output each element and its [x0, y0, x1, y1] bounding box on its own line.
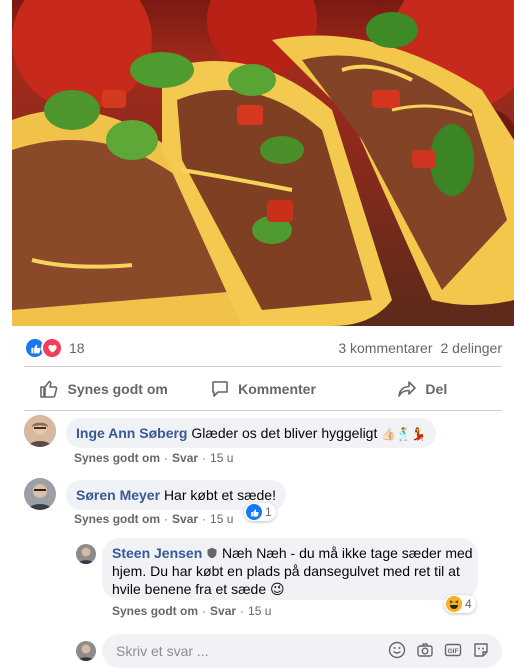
comment-text: Har købt et sæde!	[163, 487, 276, 503]
reply-reaction-badge[interactable]: 4	[444, 595, 476, 613]
reply-reply-link[interactable]: Svar	[210, 604, 236, 618]
reply-meta: Synes godt om · Svar · 15 u	[112, 604, 272, 618]
comment-time[interactable]: 15 u	[210, 451, 233, 465]
divider	[24, 366, 502, 367]
avatar[interactable]	[76, 641, 96, 661]
avatar[interactable]	[24, 415, 56, 447]
sticker-icon[interactable]	[472, 641, 490, 659]
comment-emojis: 👍🏻🕺💃	[381, 427, 427, 441]
share-icon	[398, 381, 417, 397]
reply-like-link[interactable]: Synes godt om	[112, 604, 198, 618]
avatar[interactable]	[76, 544, 96, 564]
like-reaction-icon	[246, 504, 262, 520]
reply-text-line1: Næh Næh - du må ikke tage sæder med	[222, 545, 473, 561]
divider	[24, 410, 502, 411]
reply-input[interactable]	[114, 642, 378, 660]
svg-text:GIF: GIF	[448, 648, 459, 655]
like-button[interactable]: Synes godt om	[24, 372, 183, 406]
comment-button[interactable]: Kommenter	[183, 372, 342, 406]
shares-count[interactable]: 2 delinger	[441, 340, 503, 356]
emoji-icon[interactable]	[388, 641, 406, 659]
thumbs-up-icon	[40, 380, 58, 398]
comment-like-link[interactable]: Synes godt om	[74, 451, 160, 465]
reaction-count-group[interactable]: 18	[24, 337, 85, 359]
reply-text-line2: hjem. Du har købt en plads på dansegulve…	[112, 563, 460, 579]
taco-illustration	[12, 0, 514, 326]
reply-text-line3: hvile benene fra et sæde	[112, 581, 267, 597]
reply-reaction-count: 4	[465, 597, 472, 611]
share-button-label: Del	[425, 381, 448, 397]
comment-icon	[212, 381, 228, 397]
comment-meta: Synes godt om · Svar · 15 u	[74, 512, 234, 526]
reaction-count: 18	[69, 340, 85, 356]
reactions-summary: 18 3 kommentarer 2 delinger	[24, 337, 503, 359]
reply-bubble: Steen Jensen Næh Næh - du må ikke tage s…	[102, 538, 478, 600]
gif-icon[interactable]: GIF	[444, 641, 462, 659]
reply-author[interactable]: Steen Jensen	[112, 545, 202, 561]
shield-icon	[207, 547, 217, 559]
comments-count[interactable]: 3 kommentarer	[338, 340, 432, 356]
camera-icon[interactable]	[416, 641, 434, 659]
comment-time[interactable]: 15 u	[210, 512, 233, 526]
post-image[interactable]	[12, 0, 514, 326]
comment-bubble: Inge Ann Søberg Glæder os det bliver hyg…	[66, 418, 437, 448]
comment-button-label: Kommenter	[238, 381, 316, 397]
love-reaction-icon	[41, 337, 63, 359]
comment-like-link[interactable]: Synes godt om	[74, 512, 160, 526]
like-button-label: Synes godt om	[67, 381, 168, 397]
haha-reaction-icon	[446, 596, 462, 612]
comment-reply-link[interactable]: Svar	[172, 451, 198, 465]
reply-time[interactable]: 15 u	[248, 604, 271, 618]
comment-author[interactable]: Inge Ann Søberg	[76, 425, 187, 441]
wink-emoji: 😉	[270, 581, 285, 597]
post-actions: Synes godt om Kommenter Del	[24, 372, 502, 406]
comment-meta: Synes godt om · Svar · 15 u	[74, 451, 234, 465]
share-button[interactable]: Del	[343, 372, 502, 406]
comment-text: Glæder os det bliver hyggeligt	[191, 425, 378, 441]
comment-reply-link[interactable]: Svar	[172, 512, 198, 526]
comment-reaction-count: 1	[265, 505, 272, 519]
comment-reaction-badge[interactable]: 1	[244, 503, 276, 521]
avatar[interactable]	[24, 478, 56, 510]
comment-author[interactable]: Søren Meyer	[76, 487, 160, 503]
